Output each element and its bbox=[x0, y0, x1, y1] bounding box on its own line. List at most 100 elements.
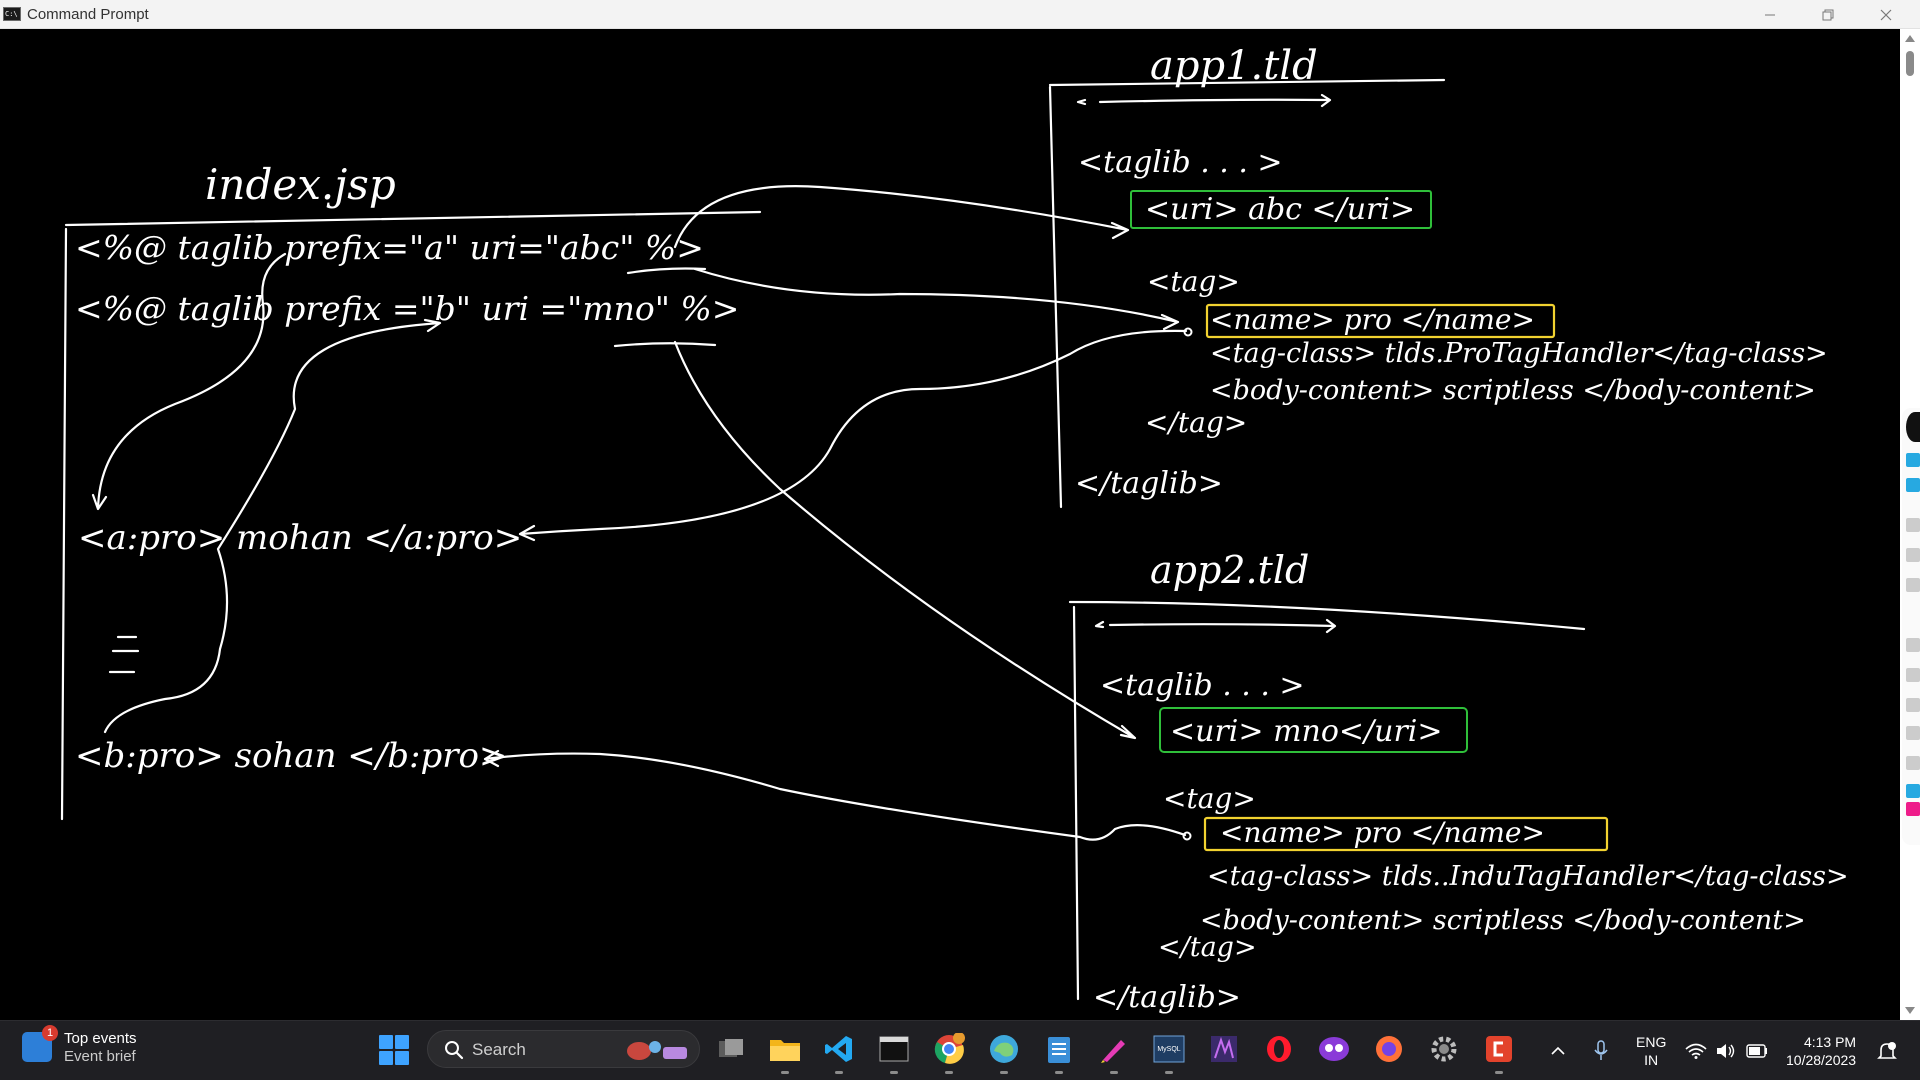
widget-subtitle: Event brief bbox=[64, 1048, 136, 1065]
volume-button[interactable] bbox=[1716, 1021, 1736, 1080]
clock-button[interactable]: 4:13 PM 10/28/2023 bbox=[1786, 1021, 1856, 1080]
eraser-tool-icon[interactable] bbox=[1906, 518, 1920, 532]
notifications-button[interactable] bbox=[1876, 1021, 1898, 1080]
taskbar: 1 Top events Event brief Search MySQL EN… bbox=[0, 1020, 1920, 1080]
pen-app-button[interactable] bbox=[1097, 1032, 1131, 1074]
pen-toolbar bbox=[1902, 408, 1920, 845]
terminal-icon bbox=[879, 1036, 909, 1062]
settings-icon bbox=[1431, 1036, 1457, 1062]
vscode-icon bbox=[825, 1036, 852, 1062]
scroll-thumb[interactable] bbox=[1906, 51, 1914, 76]
app1-border bbox=[1048, 85, 1063, 509]
index-line-1: <%@ taglib prefix="a" uri="abc" %> bbox=[75, 228, 704, 267]
clock-date: 10/28/2023 bbox=[1786, 1052, 1857, 1068]
windows-logo-icon bbox=[379, 1035, 393, 1049]
index-left-border bbox=[60, 227, 68, 821]
widget-badge: 1 bbox=[42, 1025, 58, 1041]
volume-icon bbox=[1717, 1044, 1735, 1058]
network-button[interactable] bbox=[1685, 1021, 1707, 1080]
restore-button[interactable] bbox=[1799, 0, 1857, 29]
pen-app-icon bbox=[1101, 1040, 1125, 1063]
select-tool-icon[interactable] bbox=[1906, 698, 1920, 712]
edge-icon bbox=[990, 1035, 1018, 1063]
brush-tool-icon[interactable] bbox=[1906, 548, 1920, 562]
pen-cursor-icon bbox=[1906, 412, 1920, 442]
task-view-button[interactable] bbox=[714, 1032, 748, 1066]
battery-icon bbox=[1746, 1044, 1767, 1058]
app2-body-content: <body-content> scriptless </body-content… bbox=[1200, 905, 1806, 936]
app-icon bbox=[1486, 1036, 1512, 1062]
opera-button[interactable] bbox=[1262, 1032, 1296, 1066]
camera-tool-icon[interactable] bbox=[1906, 726, 1920, 740]
app1-uri: <uri> abc </uri> bbox=[1145, 192, 1415, 227]
index-underline bbox=[64, 210, 762, 227]
language-label: ENG bbox=[1636, 1034, 1667, 1050]
arrow-tool-icon[interactable] bbox=[1906, 638, 1920, 652]
scroll-down-arrow-icon[interactable] bbox=[1905, 1007, 1915, 1014]
start-button[interactable] bbox=[379, 1035, 409, 1065]
chevron-up-icon bbox=[1551, 1046, 1565, 1055]
settings-button[interactable] bbox=[1427, 1032, 1461, 1066]
chrome-icon bbox=[934, 1033, 965, 1064]
app-button[interactable] bbox=[1207, 1032, 1241, 1066]
firefox-button[interactable] bbox=[1372, 1032, 1406, 1066]
minimize-button[interactable] bbox=[1741, 0, 1799, 29]
clock-time: 4:13 PM bbox=[1803, 1034, 1857, 1050]
show-hidden-icons-button[interactable] bbox=[1550, 1021, 1566, 1080]
cmd-app-icon: C:\ bbox=[3, 7, 21, 21]
running-indicator bbox=[1000, 1071, 1008, 1074]
app2-tag-open: <tag> bbox=[1163, 782, 1256, 815]
running-indicator bbox=[781, 1071, 789, 1074]
running-indicator bbox=[1055, 1071, 1063, 1074]
pink-color-swatch[interactable] bbox=[1906, 802, 1920, 816]
app-button[interactable] bbox=[1482, 1032, 1516, 1074]
app2-taglib-open: <taglib . . . > bbox=[1100, 668, 1305, 703]
mysql-button[interactable]: MySQL bbox=[1152, 1032, 1186, 1074]
app1-taglib-open: <taglib . . . > bbox=[1078, 145, 1283, 180]
running-indicator bbox=[945, 1071, 953, 1074]
abc-to-app1-uri-arrow bbox=[673, 185, 1130, 249]
notepad-icon bbox=[1048, 1037, 1070, 1063]
console-canvas[interactable]: index.jsp <%@ taglib prefix="a" uri="abc… bbox=[0, 29, 1900, 1020]
blue-color-swatch[interactable] bbox=[1906, 784, 1920, 798]
pen-tool-icon[interactable] bbox=[1906, 453, 1920, 467]
running-indicator bbox=[1165, 1071, 1173, 1074]
search-highlight-icon bbox=[627, 1041, 687, 1060]
app1-tag-class: <tag-class> tlds.ProTagHandler</tag-clas… bbox=[1210, 338, 1828, 369]
running-indicator bbox=[835, 1071, 843, 1074]
notes-tool-icon[interactable] bbox=[1906, 756, 1920, 770]
ink-drawing: index.jsp <%@ taglib prefix="a" uri="abc… bbox=[60, 43, 1849, 1015]
notepad-button[interactable] bbox=[1042, 1032, 1076, 1074]
file-explorer-icon bbox=[770, 1040, 800, 1061]
close-button[interactable] bbox=[1857, 0, 1915, 29]
edge-button[interactable] bbox=[987, 1032, 1021, 1074]
app-button[interactable] bbox=[1317, 1032, 1351, 1066]
highlighter-tool-icon[interactable] bbox=[1906, 478, 1920, 492]
battery-button[interactable] bbox=[1746, 1021, 1768, 1080]
usage-a: <a:pro> mohan </a:pro> bbox=[78, 518, 522, 558]
scroll-up-arrow-icon[interactable] bbox=[1905, 35, 1915, 42]
shape-tool-icon[interactable] bbox=[1906, 578, 1920, 592]
index-title: index.jsp bbox=[205, 160, 396, 209]
restore-icon bbox=[1822, 9, 1834, 20]
copy-tool-icon[interactable] bbox=[1906, 668, 1920, 682]
app2-tag-close: </tag> bbox=[1158, 932, 1257, 963]
microphone-button[interactable] bbox=[1594, 1021, 1608, 1080]
app1-body-content: <body-content> scriptless </body-content… bbox=[1210, 375, 1816, 406]
mno-underline bbox=[613, 342, 717, 348]
terminal-button[interactable] bbox=[877, 1032, 911, 1074]
search-placeholder: Search bbox=[472, 1040, 526, 1059]
language-button[interactable]: ENG IN bbox=[1636, 1021, 1666, 1080]
file-explorer-button[interactable] bbox=[768, 1032, 802, 1074]
vscode-button[interactable] bbox=[822, 1032, 856, 1074]
usage-b: <b:pro> sohan </b:pro> bbox=[75, 736, 507, 776]
widgets-button[interactable]: 1 Top events Event brief bbox=[22, 1025, 137, 1065]
microphone-icon bbox=[1594, 1040, 1608, 1060]
task-view-icon bbox=[719, 1039, 743, 1057]
search-box[interactable]: Search bbox=[427, 1030, 700, 1068]
widget-calendar-icon: 1 bbox=[22, 1025, 58, 1062]
chrome-button[interactable] bbox=[932, 1032, 966, 1074]
app1-tag-open: <tag> bbox=[1147, 265, 1240, 298]
mysql-icon: MySQL bbox=[1153, 1035, 1185, 1063]
app2-name: <name> pro </name> bbox=[1220, 816, 1545, 849]
